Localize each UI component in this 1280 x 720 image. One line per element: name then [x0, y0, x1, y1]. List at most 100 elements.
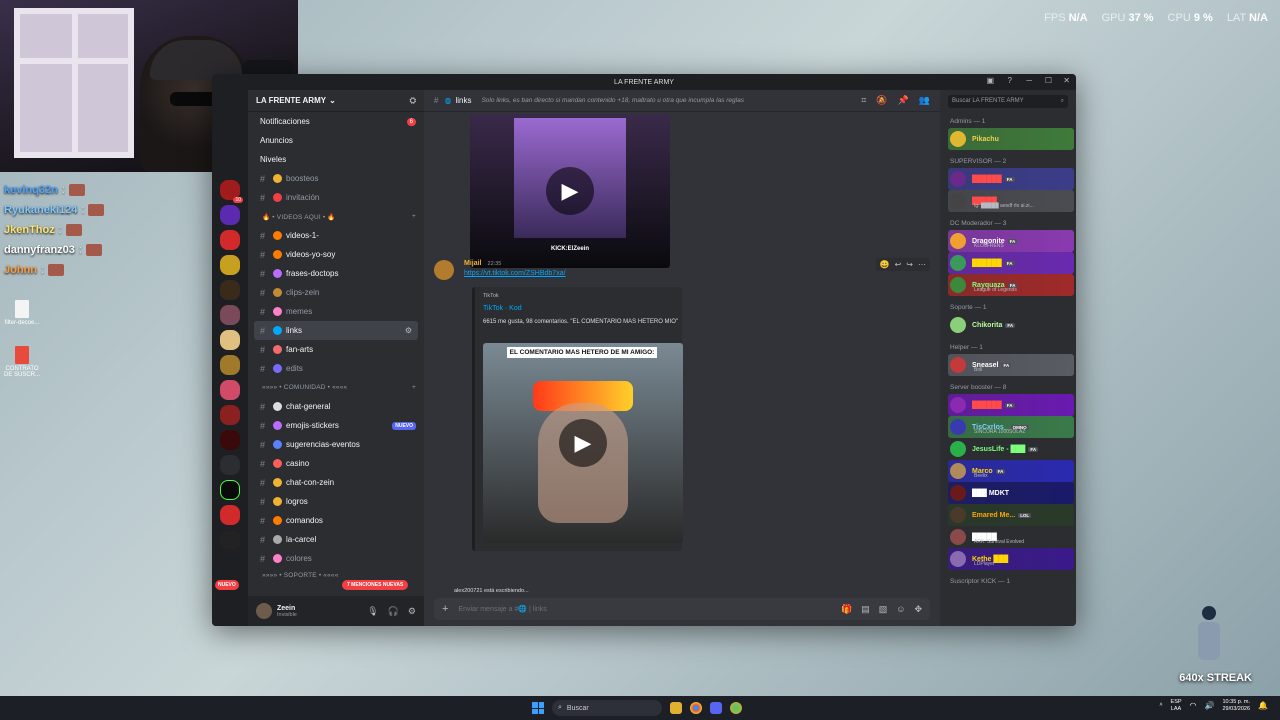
member-list-icon[interactable]: 👥 — [919, 95, 930, 106]
server-header[interactable]: LA FRENTE ARMY ⌄ ⛭ — [248, 90, 424, 112]
member-item[interactable]: Kethe ███ LDPlayer — [948, 548, 1074, 570]
channel-videos-yo-soy[interactable]: # videos-yo-soy — [248, 245, 424, 264]
server-icon[interactable] — [220, 405, 240, 425]
server-icon[interactable] — [220, 305, 240, 325]
reaction-icon[interactable]: 😀 — [880, 260, 890, 269]
attach-plus-icon[interactable]: + — [442, 603, 448, 615]
server-nav-item[interactable]: Anuncios — [248, 131, 424, 150]
reply-icon[interactable]: ↩ — [895, 260, 902, 269]
channel-comandos[interactable]: # comandos — [248, 511, 424, 530]
server-icon[interactable] — [220, 355, 240, 375]
notification-bell-icon[interactable]: 🔔 — [1258, 701, 1268, 711]
member-item[interactable]: Dragonite FA KLOuFRENS — [948, 230, 1074, 252]
channel-colores[interactable]: # colores — [248, 549, 424, 568]
wifi-icon[interactable]: ◠ — [1190, 701, 1197, 711]
minimize-button[interactable]: ─ — [1026, 76, 1032, 85]
microphone-icon[interactable]: 🎙 — [367, 606, 378, 617]
avatar[interactable] — [434, 260, 454, 280]
add-channel-icon[interactable]: + — [412, 384, 416, 391]
member-item[interactable]: JesusLife - ███ FA — [948, 438, 1074, 460]
channel-chat-general[interactable]: # chat-general — [248, 397, 424, 416]
member-item[interactable]: Marco FA Beelix — [948, 460, 1074, 482]
message-author[interactable]: Mijail 22:35 — [464, 260, 501, 267]
server-icon[interactable] — [220, 205, 240, 225]
channel-videos-1-[interactable]: # videos-1- — [248, 226, 424, 245]
file-explorer-icon[interactable] — [670, 702, 682, 714]
headphones-icon[interactable]: 🎧 — [388, 606, 399, 617]
message-composer[interactable]: + Enviar mensaje a #🌐 | links 🎁 ▤ ▧ ☺ ✥ — [434, 598, 930, 620]
channel-emojis-stickers[interactable]: # emojis-stickers NUEVO — [248, 416, 424, 435]
new-mentions-pill[interactable]: 7 MENCIONES NUEVAS — [342, 580, 409, 590]
server-icon[interactable] — [220, 505, 240, 525]
taskbar-search[interactable]: ⌕ Buscar — [552, 700, 662, 716]
gift-icon[interactable]: 🎁 — [841, 604, 852, 615]
member-item[interactable]: Chikorita FA — [948, 314, 1074, 336]
member-item[interactable]: TisCxrlos_ OMNO SINCORA 1000SOLAZ — [948, 416, 1074, 438]
member-item[interactable]: █████ ARK: Survival Evolved — [948, 526, 1074, 548]
server-icon[interactable] — [220, 530, 240, 550]
forward-icon[interactable]: ↪ — [906, 260, 913, 269]
channel-frases-doctops[interactable]: # frases-doctops — [248, 264, 424, 283]
sticker-icon[interactable]: ▧ — [879, 604, 888, 615]
chevron-up-icon[interactable]: ˄ — [1159, 702, 1162, 709]
language-indicator[interactable]: ESP LAA — [1171, 699, 1182, 712]
member-item[interactable]: Rayquaza FA League of Legends — [948, 274, 1074, 296]
member-item[interactable]: Pikachu — [948, 128, 1074, 150]
search-input[interactable]: Buscar LA FRENTE ARMY ⌕ — [948, 95, 1068, 108]
gif-icon[interactable]: ▤ — [861, 604, 870, 615]
channel-la-carcel[interactable]: # la-carcel — [248, 530, 424, 549]
channel-topic[interactable]: Solo links, es ban directo si mandan con… — [481, 97, 744, 104]
settings-gear-icon[interactable]: ⚙ — [408, 606, 416, 617]
tiktok-video-embed[interactable]: EL COMENTARIO MAS HETERO DE MI AMIGO: ▶ — [483, 343, 683, 543]
notifications-icon[interactable]: 🔕 — [876, 95, 887, 106]
avatar[interactable] — [256, 603, 272, 619]
server-icon[interactable] — [220, 255, 240, 275]
desktop-icon-pdf[interactable]: CONTRATO DE SUSCR... — [2, 346, 42, 378]
embed-title[interactable]: TikTok · Kod — [483, 305, 522, 312]
desktop-icon-file[interactable]: filter-decoe... — [2, 300, 42, 326]
new-servers-pill[interactable]: NUEVO — [215, 580, 239, 590]
chrome-icon[interactable] — [690, 702, 702, 714]
member-item[interactable]: ██████ FA — [948, 394, 1074, 416]
channel-memes[interactable]: # memes — [248, 302, 424, 321]
channel-chat-con-zein[interactable]: # chat-con-zein — [248, 473, 424, 492]
channel-fan-arts[interactable]: # fan-arts — [248, 340, 424, 359]
pin-icon[interactable]: 📌 — [898, 95, 909, 106]
inbox-icon[interactable]: ▣ — [986, 76, 994, 85]
channel-sugerencias-eventos[interactable]: # sugerencias-eventos — [248, 435, 424, 454]
server-icon[interactable]: 10 — [220, 180, 243, 203]
apps-icon[interactable]: ✥ — [914, 604, 922, 615]
discord-icon[interactable] — [710, 702, 722, 714]
member-item[interactable]: ██████ FA — [948, 168, 1074, 190]
channel-clips-zein[interactable]: # clips-zein — [248, 283, 424, 302]
server-nav-item[interactable]: Notificaciones 6 — [248, 112, 424, 131]
channel-edits[interactable]: # edits — [248, 359, 424, 378]
server-icon[interactable] — [220, 280, 240, 300]
server-icon[interactable] — [220, 430, 240, 450]
member-item[interactable]: Sneasel FA Boll — [948, 354, 1074, 376]
category-videos[interactable]: 🔥 • VIDEOS AQUI • 🔥 + — [248, 207, 424, 226]
invite-people-icon[interactable]: ⛭ — [410, 96, 416, 106]
server-icon[interactable] — [220, 330, 240, 350]
server-icon[interactable] — [220, 455, 240, 475]
start-button[interactable] — [532, 702, 544, 714]
help-icon[interactable]: ? — [1008, 76, 1012, 85]
server-nav-item[interactable]: Niveles — [248, 150, 424, 169]
server-icon[interactable] — [220, 380, 240, 400]
channel-invitación[interactable]: # invitación — [248, 188, 424, 207]
previous-video-embed[interactable]: ▶ KICK:ElZeein — [470, 114, 670, 268]
message-link[interactable]: https://vt.tiktok.com/ZSHBdb7xa/ — [464, 270, 566, 277]
member-item[interactable]: █████ Ig: █████ aesdf rlo ai.zi... — [948, 190, 1074, 212]
category-comunidad[interactable]: »»»» • COMUNIDAD • «««« + — [248, 378, 424, 397]
member-item[interactable]: Emared Me... LOL — [948, 504, 1074, 526]
channel-casino[interactable]: # casino — [248, 454, 424, 473]
clock[interactable]: 10:35 p. m. 29/03/2026 — [1223, 699, 1251, 712]
channel-settings-icon[interactable]: ⚙ — [405, 326, 412, 335]
maximize-button[interactable]: ☐ — [1045, 76, 1052, 85]
composer-placeholder[interactable]: Enviar mensaje a #🌐 | links — [458, 605, 546, 613]
volume-icon[interactable]: 🔊 — [1205, 701, 1215, 711]
play-icon[interactable]: ▶ — [559, 419, 607, 467]
member-item[interactable]: ███ MDKT — [948, 482, 1074, 504]
channel-logros[interactable]: # logros — [248, 492, 424, 511]
channel-links[interactable]: # links ⚙ — [254, 321, 418, 340]
